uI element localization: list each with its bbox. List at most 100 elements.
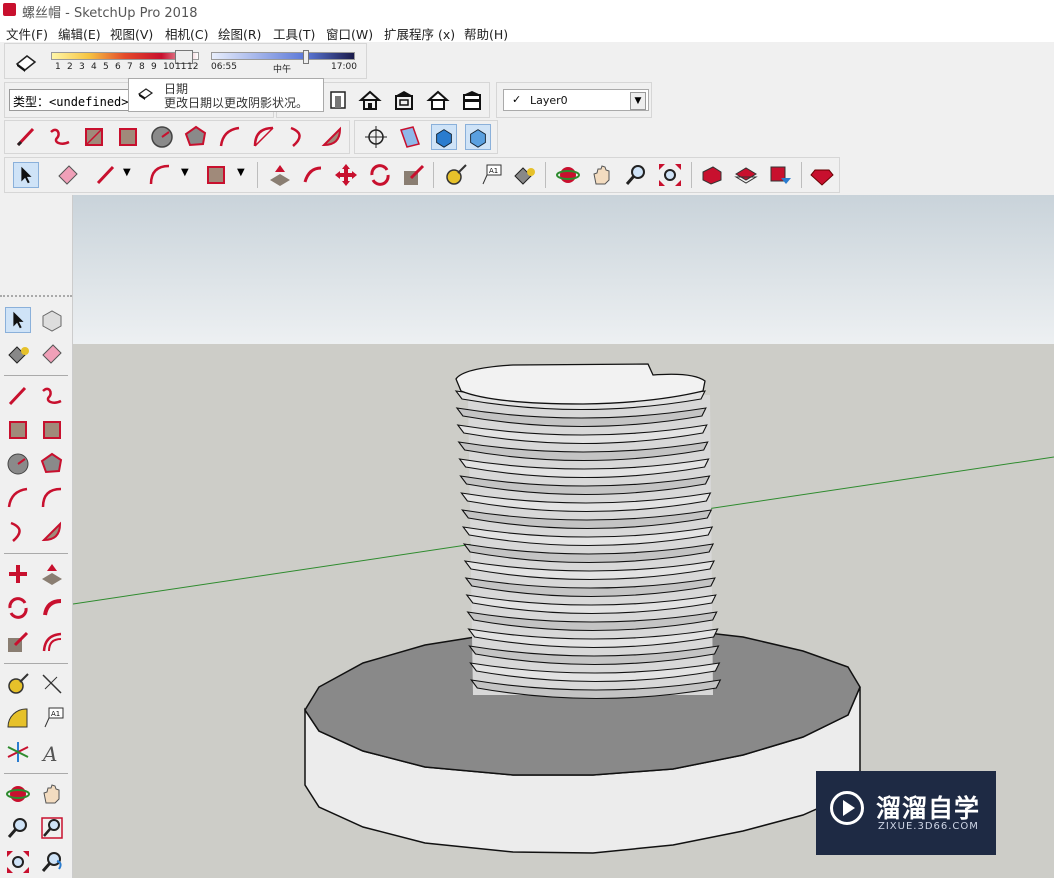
- position-camera-icon[interactable]: [363, 124, 389, 150]
- chevron-down-icon[interactable]: ▼: [237, 167, 245, 178]
- text-tool-icon[interactable]: A1: [477, 162, 503, 188]
- push-pull-icon[interactable]: [39, 561, 65, 587]
- menu-window[interactable]: 窗口(W): [326, 24, 373, 43]
- chevron-down-icon[interactable]: ▼: [630, 92, 646, 110]
- eraser-tool-icon[interactable]: [55, 162, 81, 188]
- 3d-text-icon[interactable]: A: [39, 739, 65, 765]
- pencil-tool-icon[interactable]: [93, 162, 119, 188]
- xray-mode-icon[interactable]: [431, 124, 457, 150]
- freehand-tool-icon[interactable]: [47, 124, 73, 150]
- menu-camera[interactable]: 相机(C): [165, 24, 208, 43]
- pan-tool-icon[interactable]: [39, 781, 65, 807]
- back-view-icon[interactable]: [325, 87, 351, 113]
- layer-name: Layer0: [530, 94, 568, 107]
- dimension-tool-icon[interactable]: [39, 671, 65, 697]
- eraser-tool-icon[interactable]: [39, 341, 65, 367]
- paint-bucket-icon[interactable]: [511, 162, 537, 188]
- month-label: 8: [139, 62, 145, 72]
- shape-dropdown-icon[interactable]: [203, 162, 229, 188]
- orbit-tool-icon[interactable]: [555, 162, 581, 188]
- arc-dropdown-icon[interactable]: [147, 162, 173, 188]
- shadow-toggle-icon[interactable]: [13, 48, 39, 74]
- sketchup-app-icon: [3, 3, 16, 16]
- entity-type-label: 类型：: [13, 95, 50, 109]
- rotate-tool-icon[interactable]: [5, 595, 31, 621]
- zoom-extents-icon[interactable]: [5, 849, 31, 875]
- rectangle-tool-icon[interactable]: [81, 124, 107, 150]
- circle-tool-icon[interactable]: [5, 451, 31, 477]
- two-point-arc-icon[interactable]: [39, 485, 65, 511]
- arc-tool-icon[interactable]: [217, 124, 243, 150]
- rotate-tool-icon[interactable]: [367, 162, 393, 188]
- time-slider-right[interactable]: [305, 52, 355, 60]
- menu-file[interactable]: 文件(F): [6, 24, 48, 43]
- title-bar: 螺丝帽 - SketchUp Pro 2018: [0, 0, 1054, 21]
- move-tool-icon[interactable]: [5, 561, 31, 587]
- top-view-icon[interactable]: [391, 87, 417, 113]
- orbit-tool-icon[interactable]: [5, 781, 31, 807]
- layer-select[interactable]: ✓ Layer0 ▼: [503, 89, 649, 111]
- ruby-console-icon[interactable]: [809, 162, 835, 188]
- polygon-tool-icon[interactable]: [39, 451, 65, 477]
- follow-me-icon[interactable]: [299, 162, 325, 188]
- select-tool-icon[interactable]: [5, 307, 31, 333]
- chevron-down-icon[interactable]: ▼: [123, 167, 131, 178]
- freehand-tool-icon[interactable]: [39, 383, 65, 409]
- select-tool-icon[interactable]: [13, 162, 39, 188]
- two-point-arc-icon[interactable]: [251, 124, 277, 150]
- tape-measure-icon[interactable]: [443, 162, 469, 188]
- right-view-icon[interactable]: [459, 87, 485, 113]
- follow-me-icon[interactable]: [39, 595, 65, 621]
- extension-warehouse-icon[interactable]: [767, 162, 793, 188]
- scale-tool-icon[interactable]: [401, 162, 427, 188]
- previous-view-icon[interactable]: [39, 849, 65, 875]
- tape-measure-icon[interactable]: [5, 671, 31, 697]
- arc-tool-icon[interactable]: [5, 485, 31, 511]
- zoom-tool-icon[interactable]: [5, 815, 31, 841]
- menu-draw[interactable]: 绘图(R): [218, 24, 261, 43]
- section-plane-icon[interactable]: [397, 124, 423, 150]
- menu-help[interactable]: 帮助(H): [464, 24, 508, 43]
- date-tooltip: 日期 更改日期以更改阴影状况。: [128, 78, 324, 112]
- line-tool-icon[interactable]: [5, 383, 31, 409]
- pan-tool-icon[interactable]: [589, 162, 615, 188]
- three-point-arc-icon[interactable]: [285, 124, 311, 150]
- polygon-tool-icon[interactable]: [183, 124, 209, 150]
- toolbar-divider: [433, 162, 434, 188]
- menu-bar: 文件(F) 编辑(E) 视图(V) 相机(C) 绘图(R) 工具(T) 窗口(W…: [0, 20, 1054, 42]
- text-tool-icon[interactable]: A1: [39, 705, 65, 731]
- line-tool-icon[interactable]: [13, 124, 39, 150]
- component-tool-icon[interactable]: [39, 307, 65, 333]
- 3d-warehouse-icon[interactable]: [699, 162, 725, 188]
- rectangle-tool-icon[interactable]: [5, 417, 31, 443]
- move-tool-icon[interactable]: [333, 162, 359, 188]
- three-point-arc-icon[interactable]: [5, 519, 31, 545]
- zoom-extents-icon[interactable]: [657, 162, 683, 188]
- paint-bucket-icon[interactable]: [5, 341, 31, 367]
- toolbar-grip: [0, 295, 72, 298]
- protractor-icon[interactable]: [5, 705, 31, 731]
- scale-tool-icon[interactable]: [5, 629, 31, 655]
- menu-tools[interactable]: 工具(T): [273, 24, 315, 43]
- menu-extensions[interactable]: 扩展程序 (x): [384, 24, 455, 43]
- shaded-mode-icon[interactable]: [465, 124, 491, 150]
- chevron-down-icon[interactable]: ▼: [181, 167, 189, 178]
- zoom-tool-icon[interactable]: [623, 162, 649, 188]
- month-label: 9: [151, 62, 157, 72]
- time-slider-thumb[interactable]: [303, 50, 309, 64]
- front-view-icon[interactable]: [425, 87, 451, 113]
- push-pull-icon[interactable]: [267, 162, 293, 188]
- circle-tool-icon[interactable]: [149, 124, 175, 150]
- zoom-window-icon[interactable]: [39, 815, 65, 841]
- pie-tool-icon[interactable]: [319, 124, 345, 150]
- iso-view-icon[interactable]: [357, 87, 383, 113]
- rotated-rectangle-icon[interactable]: [39, 417, 65, 443]
- menu-edit[interactable]: 编辑(E): [58, 24, 101, 43]
- axes-tool-icon[interactable]: [5, 739, 31, 765]
- menu-view[interactable]: 视图(V): [110, 24, 153, 43]
- share-model-icon[interactable]: [733, 162, 759, 188]
- pie-tool-icon[interactable]: [39, 519, 65, 545]
- time-slider-left[interactable]: [211, 52, 307, 60]
- offset-tool-icon[interactable]: [39, 629, 65, 655]
- rotated-rectangle-icon[interactable]: [115, 124, 141, 150]
